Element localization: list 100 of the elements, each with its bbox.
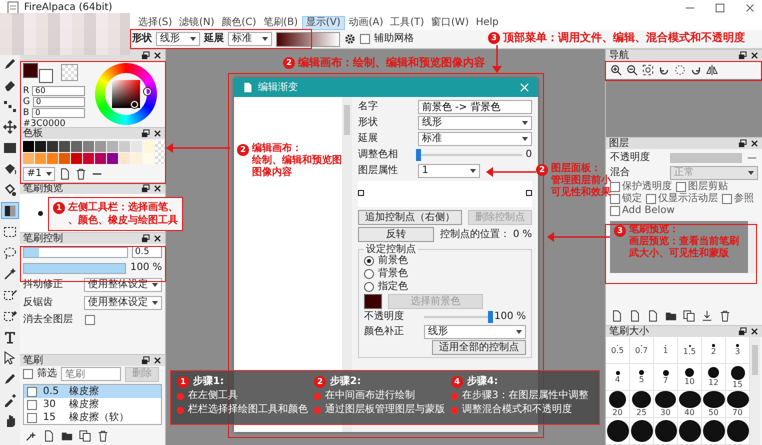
checkbox[interactable] bbox=[722, 194, 732, 204]
brush-size-dot[interactable] bbox=[678, 391, 700, 408]
checkbox[interactable] bbox=[610, 194, 620, 204]
trash-icon[interactable] bbox=[719, 310, 731, 322]
add-point-button[interactable]: 追加控制点（右侧） bbox=[358, 210, 462, 225]
fit-view-icon[interactable] bbox=[642, 64, 654, 76]
checkbox[interactable] bbox=[23, 369, 33, 379]
dropdown[interactable]: 线形 bbox=[418, 116, 532, 130]
folder-icon[interactable] bbox=[61, 430, 73, 442]
float-icon[interactable] bbox=[141, 129, 150, 138]
close-icon[interactable] bbox=[750, 51, 759, 60]
maximize-icon[interactable] bbox=[714, 2, 726, 14]
dropdown[interactable]: 线形 bbox=[156, 32, 200, 46]
color-swatch[interactable] bbox=[59, 141, 70, 152]
merge-down-icon[interactable] bbox=[701, 310, 713, 322]
reverse-button[interactable]: 反转 bbox=[358, 227, 434, 242]
flip-icon[interactable] bbox=[706, 64, 718, 76]
close-icon[interactable] bbox=[153, 234, 162, 243]
checkbox[interactable] bbox=[27, 400, 37, 410]
brush-size-dot[interactable] bbox=[654, 420, 676, 442]
checkbox[interactable] bbox=[27, 412, 37, 422]
move-icon[interactable] bbox=[1, 118, 19, 135]
color-swatch[interactable] bbox=[23, 153, 34, 164]
color-swatch[interactable] bbox=[364, 294, 382, 309]
dropdown[interactable]: 线形 bbox=[424, 325, 526, 339]
color-swatch[interactable] bbox=[83, 153, 94, 164]
folder-icon[interactable] bbox=[665, 310, 677, 322]
color-swatch[interactable] bbox=[47, 141, 58, 152]
color-swatch[interactable] bbox=[59, 153, 70, 164]
close-icon[interactable] bbox=[750, 327, 759, 336]
new-page-icon[interactable] bbox=[43, 430, 55, 442]
color-swatch[interactable] bbox=[107, 153, 118, 164]
background-color[interactable] bbox=[39, 69, 53, 83]
duplicate-icon[interactable] bbox=[79, 430, 91, 442]
color-swatch[interactable] bbox=[35, 153, 46, 164]
slider-thumb[interactable] bbox=[488, 311, 494, 323]
brush-size-dot[interactable] bbox=[632, 391, 651, 408]
new-layer-icon[interactable] bbox=[611, 310, 623, 322]
menu-item[interactable]: 显示(V) bbox=[302, 16, 345, 30]
menu-item[interactable]: 颜色(C) bbox=[218, 16, 260, 28]
close-icon[interactable] bbox=[153, 184, 162, 193]
brush-item[interactable]: 0.5 橡皮擦 bbox=[24, 385, 161, 398]
radio-button[interactable] bbox=[364, 256, 374, 266]
zoom-out-icon[interactable] bbox=[626, 64, 638, 76]
float-icon[interactable] bbox=[141, 356, 150, 365]
close-icon[interactable] bbox=[153, 51, 162, 60]
brush-size-dot[interactable] bbox=[606, 420, 628, 442]
foreground-color[interactable] bbox=[23, 63, 38, 78]
radio-button[interactable] bbox=[364, 282, 374, 292]
brush-size-dot[interactable] bbox=[702, 420, 724, 442]
layer-dropdown[interactable]: 1 bbox=[418, 164, 480, 178]
brush-size-dot[interactable] bbox=[730, 366, 744, 380]
brush-size-dot[interactable] bbox=[685, 368, 694, 377]
brush-size-dot[interactable] bbox=[630, 420, 652, 442]
name-field[interactable]: 前景色 -> 背景色 bbox=[418, 100, 532, 114]
close-icon[interactable] bbox=[744, 2, 756, 14]
value-field[interactable]: 0.5 bbox=[132, 246, 162, 258]
apply-all-button[interactable]: 适用全部的控制点 bbox=[432, 340, 526, 355]
checkbox[interactable] bbox=[610, 206, 620, 216]
color-swatch[interactable] bbox=[35, 141, 46, 152]
float-icon[interactable] bbox=[738, 327, 747, 336]
scrollbar[interactable] bbox=[750, 337, 760, 445]
menu-item[interactable]: Help bbox=[472, 16, 502, 28]
size-slider[interactable] bbox=[23, 246, 128, 258]
color-swatch[interactable] bbox=[95, 153, 106, 164]
menu-item[interactable]: 选择(S) bbox=[135, 16, 176, 28]
reset-view-icon[interactable] bbox=[674, 64, 686, 76]
float-icon[interactable] bbox=[738, 139, 747, 148]
color-swatch[interactable] bbox=[71, 153, 82, 164]
trash-icon[interactable] bbox=[97, 430, 109, 442]
brush-size-dot[interactable] bbox=[712, 344, 715, 347]
setting-dropdown[interactable]: 使用整体设定 bbox=[84, 296, 162, 310]
add-brush-icon[interactable] bbox=[25, 430, 37, 442]
zoom-in-icon[interactable] bbox=[610, 64, 622, 76]
menu-item[interactable]: 动画(A) bbox=[346, 16, 386, 28]
color-swatch[interactable] bbox=[143, 153, 154, 164]
brush-size-dot[interactable] bbox=[609, 391, 626, 408]
brush-size-dot[interactable] bbox=[655, 391, 676, 408]
dropdown[interactable]: 标准 bbox=[228, 32, 272, 46]
radio-button[interactable] bbox=[364, 269, 374, 279]
new-layer-icon[interactable] bbox=[647, 310, 659, 322]
channel-field[interactable]: 60 bbox=[32, 86, 85, 96]
channel-field[interactable]: 0 bbox=[32, 108, 85, 118]
brush-size-dot[interactable] bbox=[662, 370, 668, 376]
color-swatch[interactable] bbox=[95, 141, 106, 152]
color-swatch[interactable] bbox=[83, 141, 94, 152]
dropdown[interactable]: 标准 bbox=[418, 132, 532, 146]
color-swatch[interactable] bbox=[107, 141, 118, 152]
color-swatch[interactable] bbox=[143, 141, 154, 152]
color-swatch[interactable] bbox=[119, 141, 130, 152]
hue-slider[interactable] bbox=[418, 149, 522, 161]
brush-size-dot[interactable] bbox=[678, 420, 700, 442]
color-swatch[interactable] bbox=[71, 141, 82, 152]
color-swatch[interactable] bbox=[131, 141, 142, 152]
float-icon[interactable] bbox=[141, 184, 150, 193]
gradient-icon[interactable] bbox=[1, 202, 19, 219]
palette-dropdown[interactable]: #1 bbox=[23, 167, 55, 181]
color-swatch[interactable] bbox=[23, 141, 34, 152]
opacity-slider[interactable] bbox=[424, 311, 490, 323]
duplicate-icon[interactable] bbox=[683, 310, 695, 322]
